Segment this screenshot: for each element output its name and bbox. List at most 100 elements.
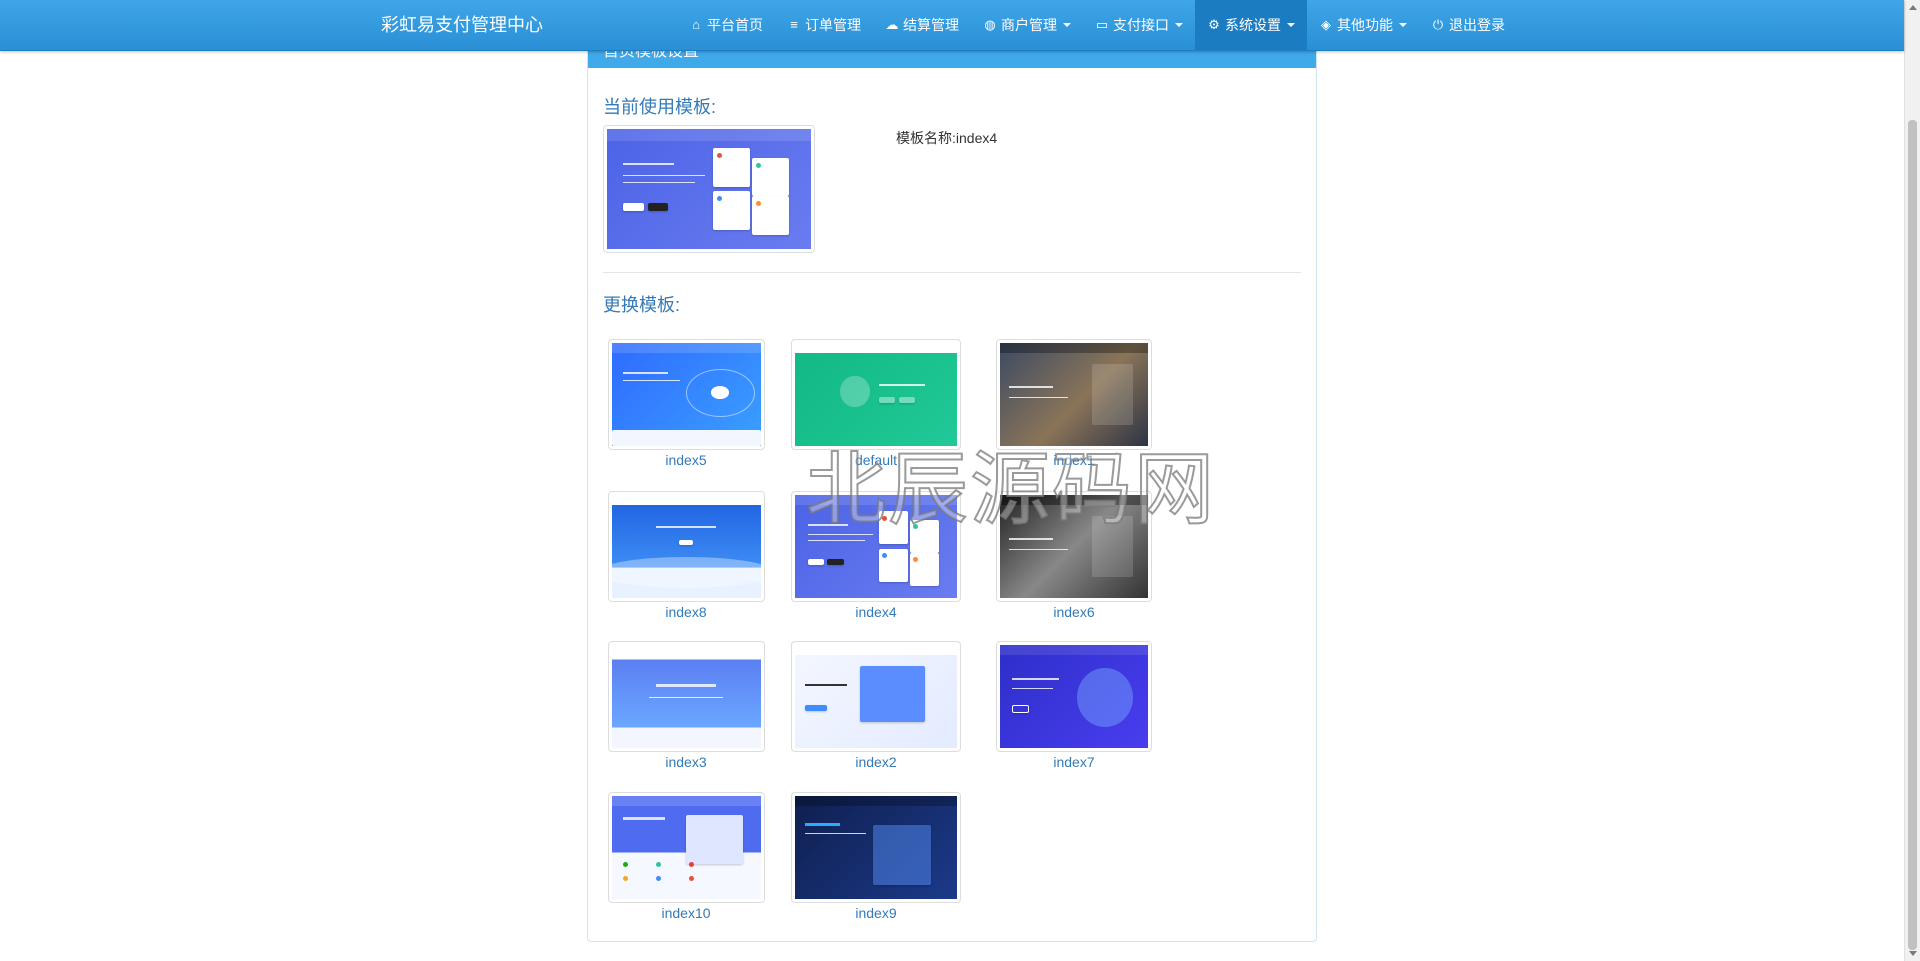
mockup-text: [656, 525, 716, 528]
mockup-text: [1011, 677, 1060, 680]
scroll-down-arrow-icon[interactable]: [1909, 951, 1917, 956]
template-name-link[interactable]: index7: [974, 754, 1174, 770]
template-preview-image: [795, 343, 957, 446]
template-thumbnail-index9[interactable]: [791, 792, 961, 903]
mockup-header: [611, 343, 761, 354]
template-preview-image: [611, 796, 761, 899]
nav-item-0[interactable]: ⌂ 平台首页: [677, 0, 775, 50]
template-name-link[interactable]: index2: [776, 754, 976, 770]
mockup-pay-icon: [656, 861, 662, 867]
mockup-text: [623, 174, 705, 176]
mockup-header: [611, 645, 761, 656]
mockup-iso-block: [859, 665, 925, 723]
caret-down-icon: [1175, 23, 1183, 27]
template-preview-image: [611, 343, 761, 446]
mockup-text: [623, 371, 669, 374]
main-nav: ⌂ 平台首页 ≡ 订单管理 ☁ 结算管理 ◍ 商户管理 ▭ 支付接口 ⚙ 系统设置 ◈ 其他功能 ⏻ 退出登录: [677, 0, 1517, 50]
mockup-orbit-center: [711, 386, 730, 399]
scroll-thumb[interactable]: [1908, 120, 1917, 950]
mockup-text: [807, 523, 849, 526]
current-template-title: 当前使用模板:: [603, 97, 717, 117]
cloud-icon: ☁: [885, 17, 899, 32]
mockup-header: [1000, 645, 1148, 656]
nav-item-label: 商户管理: [1001, 17, 1057, 33]
mockup-header: [795, 495, 957, 506]
template-preview-image: [611, 645, 761, 748]
template-name-link[interactable]: index3: [586, 754, 786, 770]
current-template-name: 模板名称:index4: [896, 130, 998, 146]
template-name-link[interactable]: index8: [586, 604, 786, 620]
mockup-header: [795, 796, 957, 807]
list-icon: ≡: [790, 17, 798, 32]
scroll-up-arrow-icon[interactable]: [1909, 5, 1917, 10]
mockup-dot: [755, 201, 761, 206]
template-preview-image: [611, 495, 761, 598]
mockup-wave: [611, 556, 761, 588]
template-name-link[interactable]: default: [776, 452, 976, 468]
template-thumbnail-index5[interactable]: [607, 339, 765, 450]
template-name-link[interactable]: index6: [974, 604, 1174, 620]
nav-item-4[interactable]: ▭ 支付接口: [1083, 0, 1195, 50]
page-scrollbar[interactable]: [1904, 0, 1920, 961]
mockup-button: [1011, 704, 1029, 713]
template-thumbnail-index10[interactable]: [607, 792, 765, 903]
user-icon: ◍: [984, 17, 996, 32]
mockup-header: [795, 343, 957, 354]
cube-icon: ◈: [1321, 17, 1331, 32]
nav-item-label: 系统设置: [1225, 17, 1281, 33]
nav-item-1[interactable]: ≡ 订单管理: [775, 0, 873, 50]
nav-item-7[interactable]: ⏻ 退出登录: [1419, 0, 1517, 50]
template-thumbnail-default[interactable]: [791, 339, 961, 450]
nav-item-label: 其他功能: [1337, 17, 1393, 33]
mockup-header: [1000, 495, 1148, 506]
mockup-pay-icon: [623, 861, 629, 867]
template-name-link[interactable]: index5: [586, 452, 786, 468]
template-name-link[interactable]: index9: [776, 905, 976, 921]
top-navbar: 彩虹易支付管理中心 ⌂ 平台首页 ≡ 订单管理 ☁ 结算管理 ◍ 商户管理 ▭ 支付接口 ⚙ 系统设置…: [0, 0, 1904, 51]
nav-item-3[interactable]: ◍ 商户管理: [971, 0, 1083, 50]
mockup-text: [804, 833, 867, 835]
nav-item-5[interactable]: ⚙ 系统设置: [1195, 0, 1307, 50]
template-thumbnail-index6[interactable]: [996, 491, 1152, 602]
template-thumbnail-index2[interactable]: [791, 641, 961, 752]
nav-item-label: 支付接口: [1113, 17, 1169, 33]
current-template-thumbnail: [603, 125, 815, 253]
mockup-cart: [840, 375, 870, 407]
template-name-link[interactable]: index4: [776, 604, 976, 620]
mockup-text: [879, 384, 925, 387]
mockup-header: [1000, 343, 1148, 354]
mockup-iso-art: [1076, 667, 1134, 728]
template-preview-image: [795, 796, 957, 899]
mockup-pay-icon: [688, 861, 694, 867]
mockup-text: [807, 540, 865, 542]
template-name-link[interactable]: index1: [974, 452, 1174, 468]
nav-item-label: 平台首页: [707, 17, 763, 33]
template-thumbnail-index1[interactable]: [996, 339, 1152, 450]
mockup-button: [898, 396, 915, 403]
mockup-text: [648, 696, 724, 698]
mockup-text: [623, 380, 681, 382]
mockup-header: [795, 645, 957, 656]
template-thumbnail-index4[interactable]: [791, 491, 961, 602]
template-name-link[interactable]: index10: [586, 905, 786, 921]
mockup-button: [804, 704, 828, 711]
mockup-footer: [611, 429, 761, 446]
mockup-text: [1008, 396, 1069, 398]
mockup-text: [1008, 386, 1054, 389]
mockup-button: [879, 396, 896, 403]
change-template-title: 更换模板:: [603, 295, 681, 315]
nav-item-6[interactable]: ◈ 其他功能: [1307, 0, 1419, 50]
nav-item-label: 结算管理: [903, 17, 959, 33]
brand-title[interactable]: 彩虹易支付管理中心: [381, 0, 543, 50]
mockup-button: [678, 540, 694, 546]
template-preview-image: [1000, 343, 1148, 446]
template-thumbnail-index8[interactable]: [607, 491, 765, 602]
template-thumbnail-index3[interactable]: [607, 641, 765, 752]
template-thumbnail-index7[interactable]: [996, 641, 1152, 752]
mockup-text: [623, 816, 666, 820]
current-template-image: [607, 129, 811, 249]
mockup-text: [1008, 548, 1069, 550]
mockup-text: [804, 822, 841, 826]
nav-item-2[interactable]: ☁ 结算管理: [873, 0, 971, 50]
power-icon: ⏻: [1432, 17, 1444, 32]
